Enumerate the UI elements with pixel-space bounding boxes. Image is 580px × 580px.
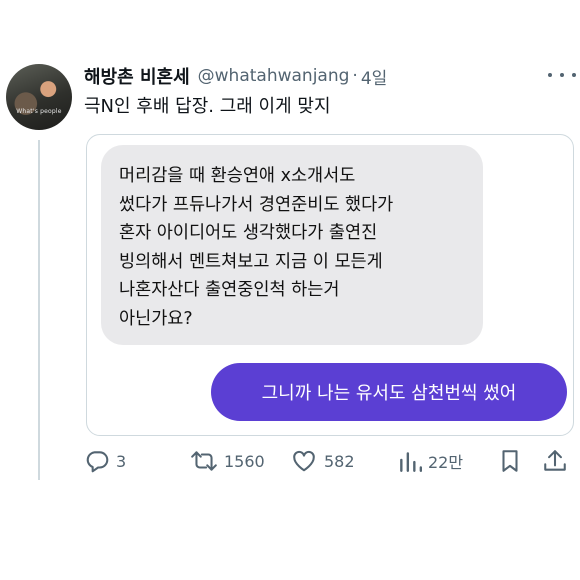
- share-button[interactable]: [542, 444, 568, 478]
- like-count: 582: [324, 451, 355, 471]
- handle[interactable]: @whatahwanjang: [198, 66, 350, 86]
- received-line: 썼다가 프듀나가서 경연준비도 했다가: [119, 194, 394, 215]
- received-line: 혼자 아이디어도 생각했다가 출연진: [119, 223, 378, 243]
- display-name[interactable]: 해방촌 비혼세: [84, 63, 190, 89]
- views-button[interactable]: 22만: [398, 444, 463, 478]
- received-line: 아닌가요?: [119, 308, 193, 329]
- avatar[interactable]: What's people: [6, 64, 72, 130]
- tweet-header: 해방촌 비혼세 @whatahwanjang · 4일: [84, 63, 387, 89]
- bookmark-icon: [498, 448, 522, 474]
- like-button[interactable]: 582: [290, 444, 355, 478]
- bookmark-button[interactable]: [498, 444, 522, 478]
- views-icon: [398, 448, 422, 474]
- thread-line: [38, 140, 40, 480]
- more-icon[interactable]: [548, 66, 576, 84]
- views-count: 22만: [428, 453, 464, 472]
- separator: ·: [352, 66, 358, 86]
- sent-message-bubble: 그니까 나는 유서도 삼천번씩 썼어: [211, 363, 567, 421]
- received-line: 빙의해서 멘트쳐보고 지금 이 모든게: [119, 251, 383, 272]
- reply-button[interactable]: 3: [84, 444, 126, 478]
- reply-count: 3: [116, 451, 127, 471]
- avatar-caption: What's people: [16, 108, 62, 115]
- timestamp[interactable]: 4일: [361, 64, 387, 89]
- action-bar: 3 1560 582 22만: [84, 444, 578, 478]
- received-line: 나혼자산다 출연중인척 하는거: [119, 280, 340, 300]
- share-icon: [542, 448, 568, 474]
- retweet-icon: [190, 448, 218, 474]
- retweet-button[interactable]: 1560: [190, 444, 265, 478]
- tweet-text: 극N인 후배 답장. 그래 이게 맞지: [84, 96, 331, 117]
- received-message-bubble: 머리감을 때 환승연애 x소개서도 썼다가 프듀나가서 경연준비도 했다가 혼자…: [101, 145, 483, 345]
- media-image[interactable]: 머리감을 때 환승연애 x소개서도 썼다가 프듀나가서 경연준비도 했다가 혼자…: [86, 134, 574, 436]
- received-line: 머리감을 때 환승연애 x소개서도: [119, 166, 356, 186]
- retweet-count: 1560: [224, 451, 265, 471]
- reply-icon: [84, 448, 110, 474]
- like-icon: [290, 448, 318, 474]
